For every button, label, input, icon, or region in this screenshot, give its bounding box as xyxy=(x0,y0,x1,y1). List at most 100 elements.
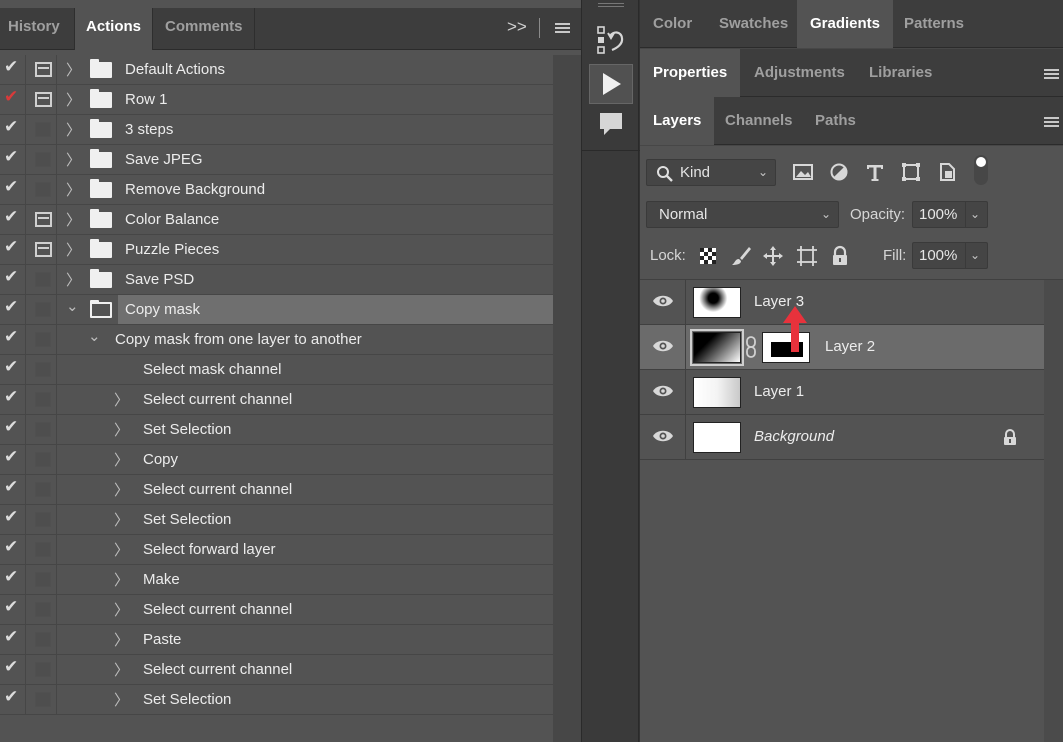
lock-artboard-icon[interactable] xyxy=(796,245,818,267)
play-icon[interactable] xyxy=(589,64,633,104)
action-row[interactable]: ✔ 〉 Row 1 xyxy=(0,85,553,115)
tab-comments[interactable]: Comments xyxy=(157,8,257,50)
toggle-item-checkbox[interactable]: ✔ xyxy=(0,535,26,564)
toggle-item-checkbox[interactable]: ✔ xyxy=(0,115,26,144)
lock-transparency-icon[interactable] xyxy=(697,245,719,267)
tab-patterns[interactable]: Patterns xyxy=(891,0,977,48)
action-row[interactable]: ✔ 〉 Make xyxy=(0,565,553,595)
comment-icon[interactable] xyxy=(589,104,633,144)
action-row[interactable]: ✔ 〉 Select forward layer xyxy=(0,535,553,565)
toggle-item-checkbox[interactable]: ✔ xyxy=(0,655,26,684)
toggle-item-checkbox[interactable]: ✔ xyxy=(0,415,26,444)
toggle-item-checkbox[interactable]: ✔ xyxy=(0,175,26,204)
action-row[interactable]: ✔ 〉 Select current channel xyxy=(0,655,553,685)
action-row[interactable]: ✔ 〉 3 steps xyxy=(0,115,553,145)
action-row[interactable]: ✔ 〉 Save PSD xyxy=(0,265,553,295)
toggle-item-checkbox[interactable]: ✔ xyxy=(0,85,26,114)
panel-menu-icon[interactable] xyxy=(555,23,570,34)
toggle-dialog-checkbox[interactable] xyxy=(27,55,57,84)
blend-mode-select[interactable]: Normal ⌄ xyxy=(646,201,839,228)
opacity-input[interactable]: 100% ⌄ xyxy=(912,201,988,228)
chevron-down-icon[interactable]: ⌄ xyxy=(88,327,101,345)
tab-properties[interactable]: Properties xyxy=(640,49,741,97)
chevron-right-icon[interactable]: 〉 xyxy=(114,419,129,440)
tab-libraries[interactable]: Libraries xyxy=(856,49,945,97)
toggle-dialog-checkbox[interactable] xyxy=(27,505,57,534)
toggle-dialog-checkbox[interactable] xyxy=(27,295,57,324)
toggle-item-checkbox[interactable]: ✔ xyxy=(0,325,26,354)
toggle-item-checkbox[interactable]: ✔ xyxy=(0,595,26,624)
toggle-dialog-checkbox[interactable] xyxy=(27,115,57,144)
tab-adjustments[interactable]: Adjustments xyxy=(741,49,858,97)
shape-filter-icon[interactable] xyxy=(900,162,922,182)
action-row[interactable]: ✔ 〉 Copy xyxy=(0,445,553,475)
toggle-dialog-checkbox[interactable] xyxy=(27,355,57,384)
layer-row[interactable]: Layer 1 xyxy=(640,370,1044,415)
chevron-right-icon[interactable]: 〉 xyxy=(66,239,81,260)
toggle-item-checkbox[interactable]: ✔ xyxy=(0,445,26,474)
layers-scrollbar[interactable] xyxy=(1044,280,1063,742)
chevron-right-icon[interactable]: 〉 xyxy=(66,149,81,170)
toggle-dialog-checkbox[interactable] xyxy=(27,85,57,114)
action-row[interactable]: ✔ 〉 Set Selection xyxy=(0,415,553,445)
chevron-right-icon[interactable]: 〉 xyxy=(114,629,129,650)
history-brush-icon[interactable] xyxy=(589,22,633,62)
toggle-dialog-checkbox[interactable] xyxy=(27,625,57,654)
lock-pixels-brush-icon[interactable] xyxy=(730,245,752,267)
toggle-dialog-checkbox[interactable] xyxy=(27,475,57,504)
fill-input[interactable]: 100% ⌄ xyxy=(912,242,988,269)
toggle-dialog-checkbox[interactable] xyxy=(27,385,57,414)
actions-scrollbar[interactable] xyxy=(553,55,581,742)
tab-history[interactable]: History xyxy=(0,8,74,50)
toggle-item-checkbox[interactable]: ✔ xyxy=(0,265,26,294)
chevron-right-icon[interactable]: 〉 xyxy=(66,179,81,200)
toggle-dialog-checkbox[interactable] xyxy=(27,145,57,174)
toggle-dialog-checkbox[interactable] xyxy=(27,415,57,444)
visibility-toggle[interactable] xyxy=(640,415,686,459)
visibility-toggle[interactable] xyxy=(640,280,686,324)
toggle-dialog-checkbox[interactable] xyxy=(27,205,57,234)
layer-thumbnail[interactable] xyxy=(693,287,741,318)
toggle-item-checkbox[interactable]: ✔ xyxy=(0,475,26,504)
kind-filter-select[interactable]: Kind ⌄ xyxy=(646,159,776,186)
toggle-item-checkbox[interactable]: ✔ xyxy=(0,205,26,234)
action-row[interactable]: ✔ 〉 Color Balance xyxy=(0,205,553,235)
chevron-right-icon[interactable]: 〉 xyxy=(66,89,81,110)
action-row[interactable]: ✔ 〉 Save JPEG xyxy=(0,145,553,175)
chevron-right-icon[interactable]: 〉 xyxy=(114,689,129,710)
action-row[interactable]: ✔ 〉 Select current channel xyxy=(0,595,553,625)
chevron-right-icon[interactable]: 〉 xyxy=(114,509,129,530)
action-row[interactable]: ✔ 〉 Remove Background xyxy=(0,175,553,205)
toggle-item-checkbox[interactable]: ✔ xyxy=(0,625,26,654)
action-row[interactable]: ✔ Select mask channel xyxy=(0,355,553,385)
action-row[interactable]: ✔ 〉 Set Selection xyxy=(0,505,553,535)
tab-actions[interactable]: Actions xyxy=(75,8,152,51)
visibility-toggle[interactable] xyxy=(640,325,686,369)
action-row[interactable]: ✔ 〉 Select current channel xyxy=(0,475,553,505)
expand-panels-icon[interactable]: >> xyxy=(507,17,527,37)
pixel-filter-icon[interactable] xyxy=(792,162,814,182)
layer-row[interactable]: Layer 2 xyxy=(640,325,1044,370)
toggle-item-checkbox[interactable]: ✔ xyxy=(0,235,26,264)
chevron-down-icon[interactable]: ⌄ xyxy=(970,248,980,262)
chevron-right-icon[interactable]: 〉 xyxy=(114,479,129,500)
toggle-item-checkbox[interactable]: ✔ xyxy=(0,385,26,414)
chevron-right-icon[interactable]: 〉 xyxy=(66,269,81,290)
action-row[interactable]: ✔ 〉 Paste xyxy=(0,625,553,655)
layer-row[interactable]: Layer 3 xyxy=(640,280,1044,325)
chevron-right-icon[interactable]: 〉 xyxy=(66,59,81,80)
chevron-right-icon[interactable]: 〉 xyxy=(114,449,129,470)
chevron-right-icon[interactable]: 〉 xyxy=(114,599,129,620)
lock-icon[interactable] xyxy=(1002,429,1018,446)
chevron-right-icon[interactable]: 〉 xyxy=(114,389,129,410)
tab-layers[interactable]: Layers xyxy=(640,97,715,145)
visibility-toggle[interactable] xyxy=(640,370,686,414)
action-row[interactable]: ✔ ⌄ Copy mask xyxy=(0,295,553,325)
strip-grip[interactable] xyxy=(598,3,624,7)
action-row[interactable]: ✔ 〉 Select current channel xyxy=(0,385,553,415)
chevron-right-icon[interactable]: 〉 xyxy=(114,539,129,560)
toggle-item-checkbox[interactable]: ✔ xyxy=(0,295,26,324)
toggle-dialog-checkbox[interactable] xyxy=(27,175,57,204)
toggle-dialog-checkbox[interactable] xyxy=(27,325,57,354)
tab-color[interactable]: Color xyxy=(640,0,705,48)
